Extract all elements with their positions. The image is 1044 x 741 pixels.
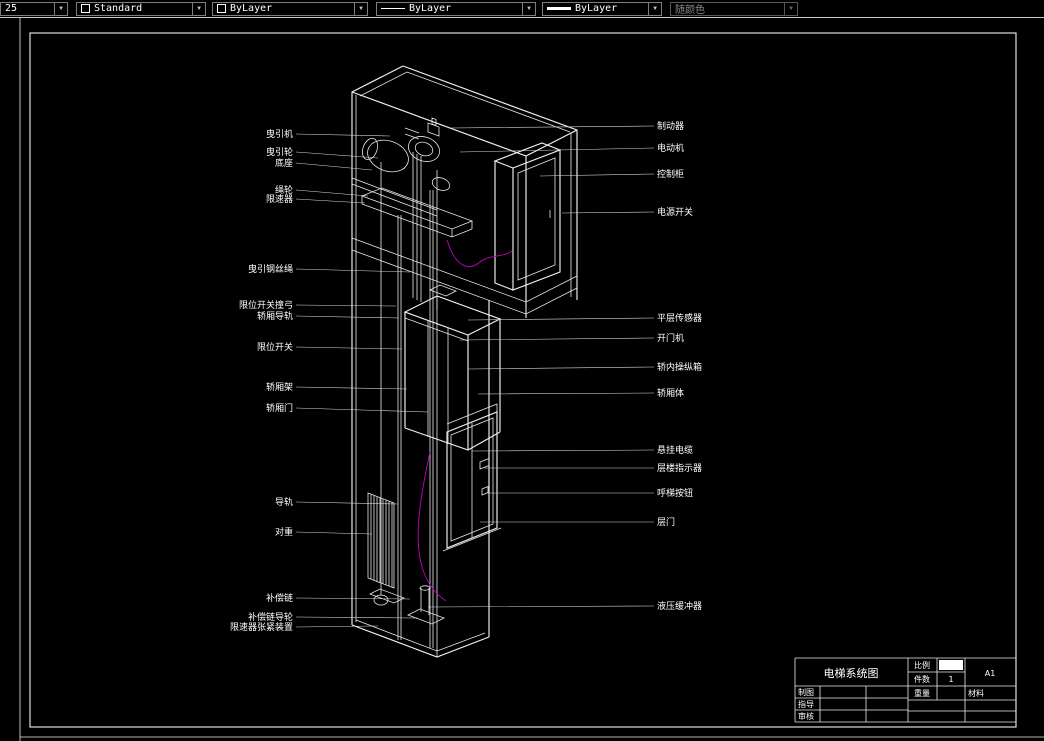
chevron-down-icon: ▼: [784, 2, 797, 15]
titleblock-qty-label: 件数: [914, 674, 930, 684]
scale-combo-value: 25: [5, 3, 18, 14]
scale-value-cell: [939, 660, 963, 670]
label-traction-machine: 曳引机: [266, 128, 293, 140]
label-machine-base: 底座: [275, 157, 293, 169]
lineweight-combo-value: ByLayer: [575, 3, 618, 14]
titleblock-guide-label: 指导: [798, 699, 814, 709]
label-landing-door: 层门: [657, 516, 675, 528]
linetype-icon: [381, 8, 405, 9]
titleblock-sheet-size: A1: [985, 669, 996, 678]
titleblock-material-label: 材料: [968, 688, 984, 698]
label-car-frame: 轿厢架: [266, 381, 293, 393]
text-style-combo-value: Standard: [94, 3, 143, 14]
label-hall-button: 呼梯按钮: [657, 487, 693, 499]
titleblock-check-label: 审核: [798, 711, 814, 721]
titleblock-scale-label: 比例: [914, 660, 930, 670]
chevron-down-icon[interactable]: ▼: [354, 2, 367, 15]
chevron-down-icon[interactable]: ▼: [648, 2, 661, 15]
label-brake: 制动器: [657, 120, 684, 132]
label-car-operating-panel: 轿内操纵箱: [657, 361, 702, 373]
label-control-cabinet: 控制柜: [657, 168, 684, 180]
chevron-down-icon[interactable]: ▼: [54, 2, 67, 15]
plotstyle-combo: 随颜色 ▼: [670, 1, 798, 16]
titleblock-title: 电梯系统图: [824, 667, 879, 680]
title-block: 电梯系统图 比例 件数 1 重量 材料 A1 制图 指导 审核: [794, 657, 1016, 723]
label-car-body: 轿厢体: [657, 387, 684, 399]
lineweight-combo[interactable]: ByLayer ▼: [542, 1, 662, 16]
label-governor: 限速器: [266, 194, 293, 205]
titleblock-weight-label: 重量: [914, 688, 930, 698]
window-border: [19, 18, 1044, 741]
titleblock-qty-value: 1: [948, 675, 953, 684]
label-limit-switch: 限位开关: [257, 341, 293, 353]
linetype-combo[interactable]: ByLayer ▼: [376, 1, 536, 16]
label-limit-switch-cam: 限位开关撞弓: [239, 299, 293, 311]
chevron-down-icon[interactable]: ▼: [192, 2, 205, 15]
label-floor-indicator: 层楼指示器: [657, 462, 702, 474]
text-style-combo[interactable]: Standard ▼: [76, 1, 206, 16]
label-car-door: 轿厢门: [266, 402, 293, 414]
style-icon: [81, 4, 90, 13]
label-compensation-chain: 补偿链: [266, 592, 293, 604]
label-leveling-sensor: 平层传感器: [657, 312, 702, 324]
label-hoist-rope: 曳引钢丝绳: [248, 263, 293, 275]
label-hydraulic-buffer: 液压缓冲器: [657, 600, 702, 612]
label-traction-sheave: 曳引轮: [266, 146, 293, 158]
linetype-combo-value: ByLayer: [409, 3, 452, 14]
label-governor-tension-device: 限速器张紧装置: [230, 621, 293, 633]
cad-window: 25 ▼ Standard ▼ ByLayer ▼ ByLayer ▼ ByLa…: [0, 0, 1044, 741]
elevator-drawing: [351, 65, 578, 658]
label-counterweight: 对重: [275, 526, 293, 538]
callout-labels-right: 制动器 电动机 控制柜 电源开关 平层传感器 开门机 轿内操纵箱 轿厢体 悬挂电…: [657, 120, 702, 612]
plotstyle-combo-value: 随颜色: [675, 5, 705, 16]
label-hanging-cable: 悬挂电缆: [657, 444, 693, 456]
label-guide-rail: 导轨: [275, 496, 293, 508]
titleblock-drawn-label: 制图: [798, 687, 814, 697]
callout-labels-left: 曳引机 曳引轮 底座 绳轮 限速器 曳引钢丝绳 限位开关撞弓 轿厢导轨 限位开关…: [230, 128, 293, 633]
label-motor: 电动机: [657, 142, 684, 154]
label-door-operator: 开门机: [657, 332, 684, 344]
properties-toolbar: 25 ▼ Standard ▼ ByLayer ▼ ByLayer ▼ ByLa…: [0, 0, 1044, 18]
chevron-down-icon[interactable]: ▼: [522, 2, 535, 15]
label-power-switch: 电源开关: [657, 206, 693, 218]
lineweight-icon: [547, 7, 571, 10]
color-swatch-icon: [217, 4, 226, 13]
color-combo-value: ByLayer: [230, 3, 273, 14]
drawing-canvas[interactable]: 曳引机 曳引轮 底座 绳轮 限速器 曳引钢丝绳 限位开关撞弓 轿厢导轨 限位开关…: [0, 0, 1044, 741]
scale-combo[interactable]: 25 ▼: [0, 1, 68, 16]
label-compensation-chain-pulley: 补偿链导轮: [248, 611, 293, 623]
drawing-frame: [29, 32, 1017, 728]
leader-lines: [295, 125, 655, 628]
color-combo[interactable]: ByLayer ▼: [212, 1, 368, 16]
label-car-guide-rail: 轿厢导轨: [257, 310, 293, 322]
